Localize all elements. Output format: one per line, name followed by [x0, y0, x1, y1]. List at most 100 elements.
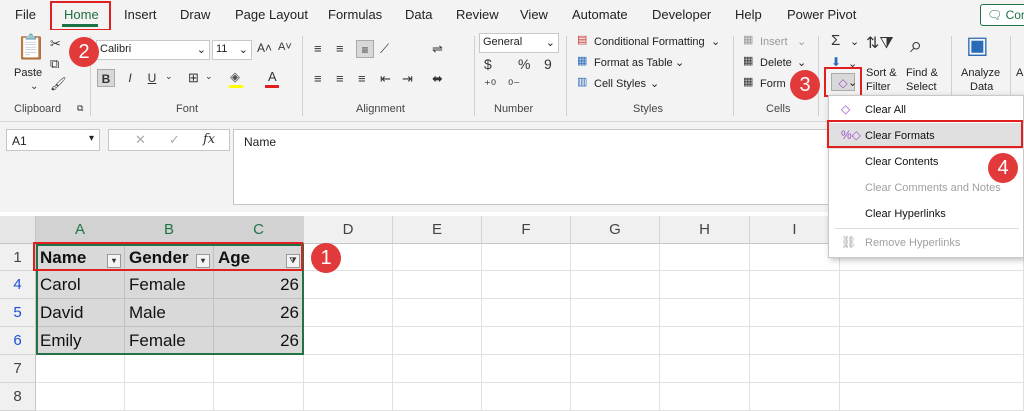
menu-power-pivot[interactable]: Power Pivot	[787, 7, 856, 22]
clipboard-launcher-icon[interactable]: ⧉	[77, 104, 83, 113]
format-as-table-button[interactable]: Format as Table	[594, 57, 673, 69]
row-header[interactable]: 5	[0, 299, 36, 327]
empty-cell[interactable]	[36, 355, 125, 383]
menu-view[interactable]: View	[520, 7, 548, 22]
find-select-label-2[interactable]: Select	[906, 81, 937, 93]
menu-insert[interactable]: Insert	[124, 7, 157, 22]
empty-cell[interactable]	[750, 383, 840, 411]
menu-review[interactable]: Review	[456, 7, 499, 22]
empty-cell[interactable]	[125, 355, 214, 383]
align-bottom-icon[interactable]: ≡	[356, 40, 374, 58]
sort-filter-icon[interactable]: ⇅⧩	[866, 36, 894, 52]
font-color-icon[interactable]: A	[268, 70, 277, 83]
align-center-icon[interactable]: ≡	[336, 72, 344, 85]
sort-filter-label-2[interactable]: Filter	[866, 81, 890, 93]
column-header[interactable]: G	[571, 216, 660, 244]
format-painter-icon[interactable]: 🖌	[50, 77, 67, 90]
remove-hyperlinks-item[interactable]: ⛓ Remove Hyperlinks	[829, 230, 1024, 256]
row-header[interactable]: 4	[0, 271, 36, 299]
increase-font-icon[interactable]: A˄	[257, 42, 272, 54]
empty-cell[interactable]	[304, 299, 393, 327]
empty-cell[interactable]	[482, 244, 571, 271]
empty-cell[interactable]	[660, 271, 750, 299]
fill-color-icon[interactable]: ◈	[230, 70, 240, 83]
row-header[interactable]: 1	[0, 244, 36, 271]
empty-cell[interactable]	[482, 299, 571, 327]
empty-cell[interactable]	[571, 299, 660, 327]
paste-icon[interactable]: 📋	[16, 36, 46, 60]
menu-formulas[interactable]: Formulas	[328, 7, 382, 22]
menu-page-layout[interactable]: Page Layout	[235, 7, 308, 22]
empty-cell[interactable]	[214, 383, 304, 411]
empty-cell[interactable]	[750, 244, 840, 271]
italic-button[interactable]: I	[121, 69, 139, 87]
borders-icon[interactable]: ⊞	[188, 71, 199, 84]
borders-dropdown-icon[interactable]: ⌄	[205, 72, 213, 81]
column-header[interactable]: E	[393, 216, 482, 244]
paste-label[interactable]: Paste	[14, 67, 42, 79]
analyze-data-icon[interactable]: ▣	[966, 34, 989, 58]
increase-indent-icon[interactable]: ⇥	[402, 72, 413, 85]
comments-button[interactable]: 🗨 Cor	[980, 4, 1024, 26]
find-select-label-1[interactable]: Find &	[906, 67, 938, 79]
currency-format-button[interactable]: $	[484, 57, 492, 71]
copy-icon[interactable]: ⧉	[50, 57, 59, 70]
bold-button[interactable]: B	[97, 69, 115, 87]
increase-decimal-icon[interactable]: ⁺⁰	[484, 78, 496, 91]
row-header[interactable]: 8	[0, 383, 36, 411]
column-header[interactable]: C	[214, 216, 304, 244]
empty-cell[interactable]	[660, 299, 750, 327]
empty-cell[interactable]	[840, 271, 1024, 299]
align-right-icon[interactable]: ≡	[358, 72, 366, 85]
analyze-data-label-2[interactable]: Data	[970, 81, 993, 93]
font-size-select[interactable]: 11 ⌄	[212, 40, 252, 60]
column-header[interactable]: F	[482, 216, 571, 244]
empty-cell[interactable]	[304, 327, 393, 355]
empty-cell[interactable]	[214, 355, 304, 383]
empty-cell[interactable]	[393, 327, 482, 355]
decrease-font-icon[interactable]: A˅	[278, 42, 292, 53]
empty-cell[interactable]	[304, 383, 393, 411]
empty-cell[interactable]	[393, 355, 482, 383]
empty-cell[interactable]	[750, 355, 840, 383]
empty-cell[interactable]	[660, 383, 750, 411]
column-header[interactable]: H	[660, 216, 750, 244]
paste-dropdown-icon[interactable]: ⌄	[30, 82, 38, 92]
menu-developer[interactable]: Developer	[652, 7, 711, 22]
empty-cell[interactable]	[393, 244, 482, 271]
font-name-select[interactable]: Calibri ⌄	[96, 40, 210, 60]
underline-dropdown-icon[interactable]: ⌄	[165, 72, 173, 81]
sort-filter-label-1[interactable]: Sort &	[866, 67, 897, 79]
menu-automate[interactable]: Automate	[572, 7, 628, 22]
find-select-icon[interactable]: ⌕	[910, 34, 922, 56]
column-header[interactable]: A	[36, 216, 125, 244]
delete-cells-button[interactable]: Delete	[760, 57, 792, 69]
empty-cell[interactable]	[840, 299, 1024, 327]
number-format-select[interactable]: General ⌄	[479, 33, 559, 53]
wrap-text-icon[interactable]: ⇌	[432, 42, 443, 55]
column-header[interactable]: B	[125, 216, 214, 244]
orientation-icon[interactable]: ⟋	[380, 42, 389, 55]
empty-cell[interactable]	[571, 383, 660, 411]
align-middle-icon[interactable]: ≡	[336, 42, 344, 55]
conditional-formatting-button[interactable]: Conditional Formatting	[594, 36, 705, 48]
empty-cell[interactable]	[482, 271, 571, 299]
empty-cell[interactable]	[393, 383, 482, 411]
menu-data[interactable]: Data	[405, 7, 432, 22]
insert-function-icon[interactable]: fx	[203, 133, 215, 146]
clear-hyperlinks-item[interactable]: Clear Hyperlinks	[829, 201, 1024, 227]
empty-cell[interactable]	[750, 299, 840, 327]
empty-cell[interactable]	[571, 327, 660, 355]
empty-cell[interactable]	[660, 327, 750, 355]
cell-styles-button[interactable]: Cell Styles	[594, 78, 646, 90]
empty-cell[interactable]	[571, 271, 660, 299]
empty-cell[interactable]	[482, 355, 571, 383]
analyze-data-label-1[interactable]: Analyze	[961, 67, 1000, 79]
empty-cell[interactable]	[304, 355, 393, 383]
row-header[interactable]: 7	[0, 355, 36, 383]
empty-cell[interactable]	[750, 327, 840, 355]
empty-cell[interactable]	[393, 271, 482, 299]
menu-draw[interactable]: Draw	[180, 7, 210, 22]
insert-cells-button[interactable]: Insert	[760, 36, 788, 48]
empty-cell[interactable]	[840, 383, 1024, 411]
